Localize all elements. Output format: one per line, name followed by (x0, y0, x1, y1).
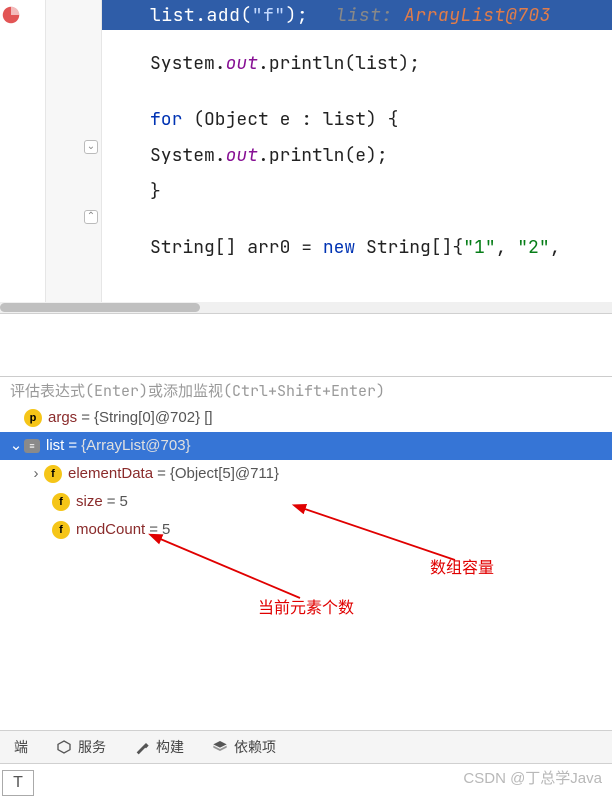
services-icon (56, 739, 72, 755)
annotation-label-count: 当前元素个数 (258, 594, 354, 618)
tool-tab-build[interactable]: 构建 (120, 737, 198, 757)
annotation-arrow-capacity (0, 0, 612, 640)
tool-tab-terminal[interactable]: 端 (0, 737, 42, 757)
tool-tab-services[interactable]: 服务 (42, 737, 120, 757)
annotation-label-capacity: 数组容量 (430, 554, 494, 578)
layers-icon (212, 739, 228, 755)
file-type-tag[interactable]: T (2, 770, 34, 796)
bottom-toolbar: 端 服务 构建 依赖项 (0, 730, 612, 764)
hammer-icon (134, 739, 150, 755)
watermark: CSDN @丁总学Java (463, 767, 602, 788)
tool-tab-deps[interactable]: 依赖项 (198, 737, 290, 757)
